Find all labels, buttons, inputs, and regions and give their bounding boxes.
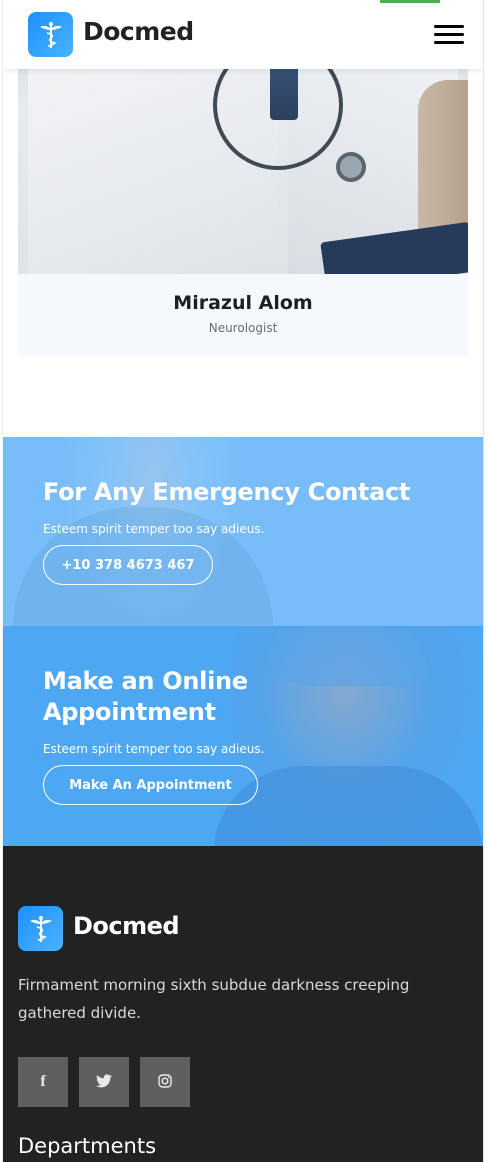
phone-button[interactable]: +10 378 4673 467 [43,545,213,585]
hamburger-menu-icon[interactable] [434,25,464,45]
page-left-edge [0,0,3,1162]
appointment-title-line1: Make an Online [43,667,248,695]
appointment-title-line2: Appointment [43,698,216,726]
twitter-icon [96,1073,112,1092]
site-header: Docmed [0,0,484,69]
instagram-icon [158,1073,172,1092]
caduceus-icon [18,906,63,951]
emergency-contact-section: For Any Emergency Contact Esteem spirit … [3,437,483,626]
appointment-subtitle: Esteem spirit temper too say adieus. [43,742,265,756]
facebook-button[interactable]: f [18,1057,68,1107]
make-appointment-button[interactable]: Make An Appointment [43,765,258,805]
doctor-info: Mirazul Alom Neurologist [18,274,468,356]
brand-name[interactable]: Docmed [83,17,194,46]
emergency-subtitle: Esteem spirit temper too say adieus. [43,522,265,536]
footer-description: Firmament morning sixth subdue darkness … [18,976,410,1022]
site-footer: Docmed Firmament morning sixth subdue da… [3,846,483,1162]
doctor-name: Mirazul Alom [173,292,313,314]
caduceus-icon [28,12,73,57]
instagram-button[interactable] [140,1057,190,1107]
appointment-section: Make an Online Appointment Esteem spirit… [3,626,483,846]
footer-logo[interactable] [18,906,63,951]
emergency-title: For Any Emergency Contact [43,478,411,506]
page-right-edge [483,0,488,1162]
logo[interactable] [28,12,73,57]
doctor-role: Neurologist [208,321,278,335]
twitter-button[interactable] [79,1057,129,1107]
footer-brand-name[interactable]: Docmed [73,912,180,940]
header-accent-tab [380,0,440,3]
departments-heading: Departments [18,1134,157,1158]
facebook-icon: f [40,1073,46,1090]
